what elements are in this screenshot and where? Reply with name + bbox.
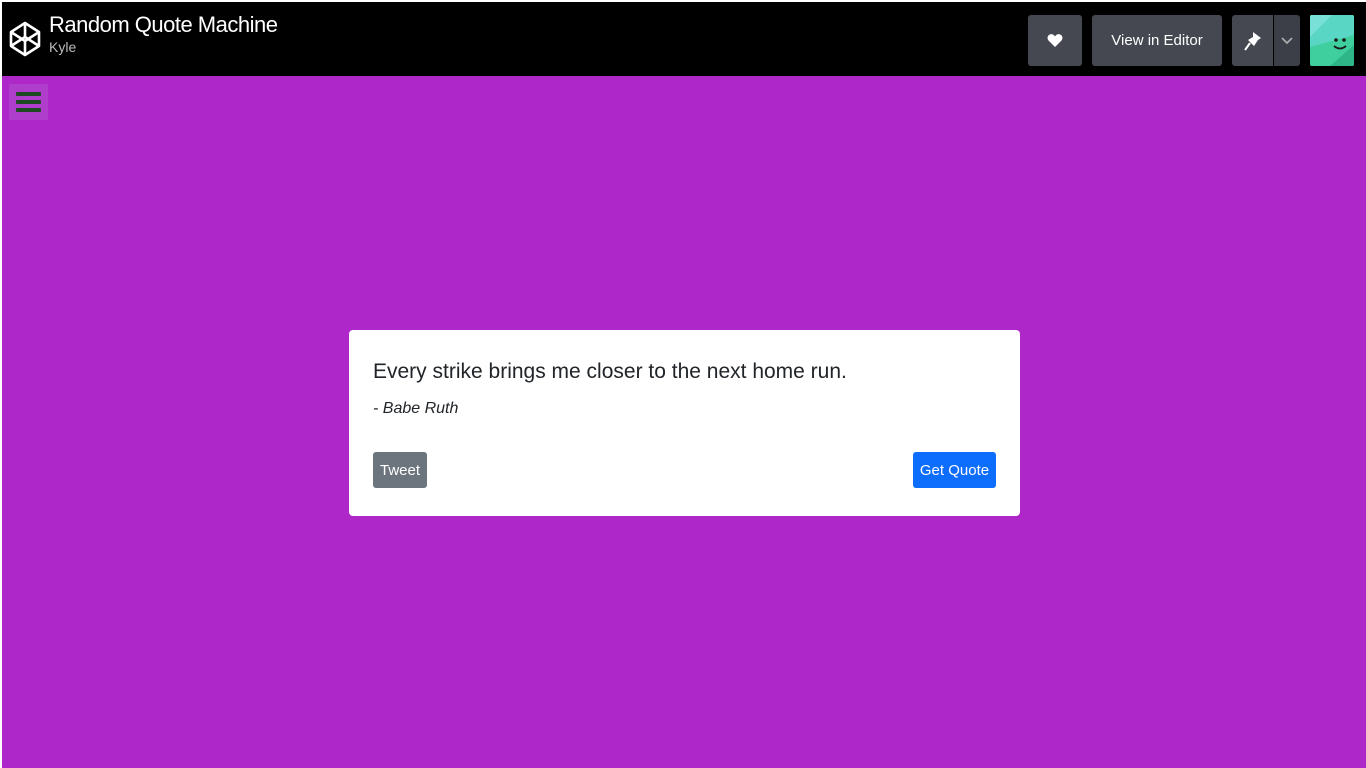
- codepen-logo-icon[interactable]: [8, 20, 42, 58]
- pen-preview-area: Every strike brings me closer to the nex…: [2, 76, 1366, 768]
- love-button[interactable]: [1028, 15, 1082, 66]
- pin-button[interactable]: [1232, 15, 1273, 66]
- chevron-down-icon: [1281, 36, 1293, 44]
- menu-bar: [16, 108, 41, 112]
- pen-title[interactable]: Random Quote Machine: [49, 12, 278, 38]
- hamburger-menu-icon[interactable]: [9, 84, 48, 120]
- pen-title-block: Random Quote Machine Kyle: [49, 12, 278, 56]
- menu-bar: [16, 92, 41, 96]
- view-in-editor-button[interactable]: View in Editor: [1092, 15, 1222, 66]
- pen-author[interactable]: Kyle: [49, 38, 277, 56]
- heart-icon: [1047, 34, 1063, 47]
- pin-icon: [1243, 31, 1261, 51]
- tweet-button[interactable]: Tweet: [373, 452, 427, 488]
- get-quote-button[interactable]: Get Quote: [913, 452, 996, 488]
- quote-box: Every strike brings me closer to the nex…: [349, 330, 1020, 516]
- codepen-header: Random Quote Machine Kyle View in Editor: [0, 0, 1366, 76]
- user-avatar[interactable]: [1310, 15, 1354, 66]
- menu-bar: [16, 100, 41, 104]
- quote-text: Every strike brings me closer to the nex…: [373, 360, 847, 383]
- left-edge-strip: [0, 657, 2, 768]
- quote-author: - Babe Ruth: [373, 400, 459, 417]
- pin-options-button[interactable]: [1274, 15, 1300, 66]
